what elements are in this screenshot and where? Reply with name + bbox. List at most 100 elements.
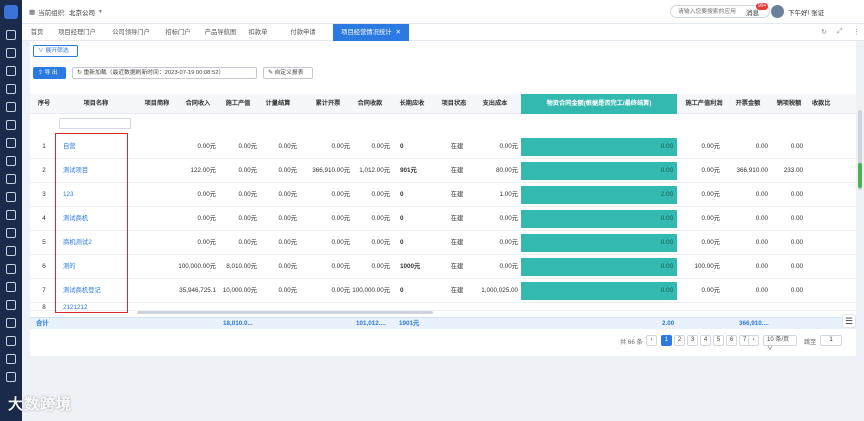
expand-icon[interactable]: ⤢ (837, 28, 843, 36)
cell-no: 5 (42, 239, 46, 246)
col-header-status[interactable]: 项目状态 (436, 94, 472, 114)
nav-bag-icon[interactable] (6, 318, 16, 328)
col-header-profit[interactable]: 施工产值利润 (682, 94, 726, 114)
user-greeting[interactable]: 下午好! 张证 (788, 7, 824, 17)
col-header-invoiced[interactable]: 累计开票 (310, 94, 346, 114)
pagination-total: 共 66 条 (620, 339, 643, 346)
nav-truck-icon[interactable] (6, 264, 16, 274)
cell-profit: 0.00元 (701, 239, 720, 246)
prev-page-button[interactable]: ‹ (646, 335, 657, 346)
nav-table-icon[interactable] (6, 120, 16, 130)
tab-leader-portal[interactable]: 公司领导门户 (106, 24, 156, 41)
cell-revenue: 100,000.00元 (178, 263, 216, 270)
building-icon: ▦ (29, 9, 36, 16)
custom-report-button[interactable]: ✎ 自定义报表 (263, 67, 313, 79)
col-header-output[interactable]: 施工产值 (220, 94, 256, 114)
cell-material: 0.00 (521, 234, 677, 252)
nav-link-icon[interactable] (6, 336, 16, 346)
nav-home-icon[interactable] (6, 30, 16, 40)
close-icon[interactable]: ✕ (396, 29, 401, 36)
table-row[interactable]: 2 测试项目 122.00元 0.00元 0.00元 366,910.00元 1,012.0… (30, 159, 856, 183)
tab-bidding-portal[interactable]: 招标门户 (160, 24, 196, 41)
tab-label: 付款申请 (290, 29, 316, 36)
vertical-scroll-thumb[interactable] (858, 163, 862, 188)
nav-folder-icon[interactable] (6, 66, 16, 76)
col-header-collection-ratio[interactable]: 收款比 (812, 94, 856, 114)
cell-tax: 0.00 (790, 215, 803, 222)
tab-project-stats[interactable]: 项目经营情况统计 ✕ (333, 24, 409, 41)
highlight-box (55, 133, 128, 313)
reload-button[interactable]: ↻ 重新加载（最近数据刷新时间：2023-07-19 00:08:52） (72, 67, 257, 79)
expand-filter-button[interactable]: ∨ 展开筛选 (33, 45, 78, 57)
col-header-receivable[interactable]: 长期应收 (394, 94, 430, 114)
col-header-no[interactable]: 序号 (33, 94, 55, 114)
table-row[interactable]: 1 自营 0.00元 0.00元 0.00元 0.00元 0.00元 0 在建 0.00元 0.00… (30, 135, 856, 159)
tab-payment-request[interactable]: 付款申请 (284, 24, 322, 41)
cell-profit: 0.00元 (701, 143, 720, 150)
cell-material: 0.00 (521, 210, 677, 228)
col-header-material[interactable]: 物资合同金额(根据是否完工/最终结算) (521, 94, 677, 114)
nav-calendar-icon[interactable] (6, 102, 16, 112)
tab-deduction[interactable]: 扣款单 (244, 24, 272, 41)
org-selector[interactable]: ▦ 当前组织: 北京公司 ▼ (29, 7, 103, 17)
nav-database-icon[interactable] (6, 372, 16, 382)
col-header-name[interactable]: 项目名称 (59, 94, 133, 114)
cell-no: 8 (42, 304, 46, 311)
table-row-partial[interactable]: 8 2121212 (30, 303, 856, 311)
table-row[interactable]: 5 商机测试2 0.00元 0.00元 0.00元 0.00元 0.00元 0 在建 0.00元 0… (30, 231, 856, 255)
col-header-cost[interactable]: 支出成本 (476, 94, 514, 114)
chevron-down-icon: ∨ (767, 346, 774, 352)
name-filter-input[interactable] (59, 118, 131, 129)
page-button[interactable]: 4 (700, 335, 711, 346)
more-icon[interactable]: ⋮ (853, 28, 860, 36)
cell-revenue: 35,946,725.1 (179, 287, 216, 294)
column-settings-icon[interactable]: ☰ (842, 314, 856, 328)
cell-invoice-amount: 0.00 (755, 143, 768, 150)
nav-box-icon[interactable] (6, 192, 16, 202)
horizontal-scrollbar[interactable] (137, 311, 433, 314)
avatar[interactable] (771, 5, 784, 18)
page-button[interactable]: 1 (661, 335, 672, 346)
cell-tax: 0.00 (790, 287, 803, 294)
nav-money-icon[interactable] (6, 174, 16, 184)
nav-bell-icon[interactable] (6, 228, 16, 238)
table-row[interactable]: 7 测试商机登记 35,946,725.1 10,000.00元 0.00元 0.00元 1… (30, 279, 856, 303)
cell-output: 0.00元 (238, 167, 257, 174)
cell-settlement: 0.00元 (278, 215, 297, 222)
col-header-settlement[interactable]: 计量结算 (260, 94, 296, 114)
tab-label: 首页 (30, 29, 44, 36)
tab-pm-portal[interactable]: 项目经理门户 (52, 24, 102, 41)
tab-product-map[interactable]: 产品导航图 (199, 24, 242, 41)
cell-output: 10,000.00元 (222, 287, 257, 294)
next-page-button[interactable]: › (748, 335, 759, 346)
table-row[interactable]: 3 123 0.00元 0.00元 0.00元 0.00元 0.00元 0 在建 1.00元 0.0… (30, 183, 856, 207)
page-size-select[interactable]: 10 条/页 ∨ (763, 335, 797, 352)
page-button[interactable]: 5 (713, 335, 724, 346)
nav-contract-icon[interactable] (6, 210, 16, 220)
nav-gear-icon[interactable] (6, 138, 16, 148)
refresh-icon[interactable]: ↻ (821, 28, 827, 36)
nav-document-icon[interactable] (6, 84, 16, 94)
table-row[interactable]: 4 测试商机 0.00元 0.00元 0.00元 0.00元 0.00元 0 在建 0.00元 0.… (30, 207, 856, 231)
nav-chart-icon[interactable] (6, 48, 16, 58)
nav-list-icon[interactable] (6, 300, 16, 310)
col-header-short-name[interactable]: 项目简称 (138, 94, 176, 114)
tab-label: 项目经营情况统计 (341, 29, 392, 36)
tab-home[interactable]: 首页 (26, 24, 48, 41)
export-button[interactable]: ⇪ 导 出 (33, 67, 66, 79)
col-header-tax[interactable]: 销项税额 (770, 94, 808, 114)
nav-report-icon[interactable] (6, 282, 16, 292)
table-row[interactable]: 6 测的 100,000.00元 8,010.00元 0.00元 0.00元 0.00元 10… (30, 255, 856, 279)
page-button[interactable]: 6 (726, 335, 737, 346)
nav-users-icon[interactable] (6, 156, 16, 166)
col-header-invoice-amount[interactable]: 开票金额 (730, 94, 766, 114)
page-button[interactable]: 3 (687, 335, 698, 346)
page-button[interactable]: 2 (674, 335, 685, 346)
col-header-revenue[interactable]: 合同收入 (180, 94, 216, 114)
nav-grid-icon[interactable] (6, 354, 16, 364)
nav-tools-icon[interactable] (6, 246, 16, 256)
cell-profit: 0.00元 (701, 287, 720, 294)
col-header-collected[interactable]: 合同收款 (352, 94, 388, 114)
cell-settlement: 0.00元 (278, 263, 297, 270)
goto-page-input[interactable]: 1 (820, 335, 842, 346)
